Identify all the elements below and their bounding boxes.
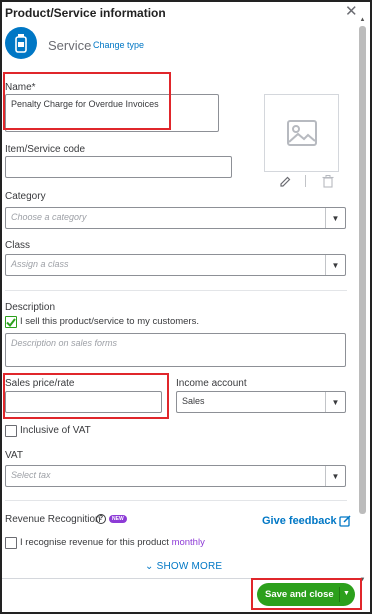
vat-label: VAT	[5, 450, 23, 461]
close-icon[interactable]: ✕	[345, 2, 358, 20]
sales-price-highlight-box	[3, 373, 169, 419]
item-code-field[interactable]	[5, 156, 232, 178]
sales-description-field[interactable]: Description on sales forms	[5, 333, 346, 367]
category-placeholder: Choose a category	[11, 212, 87, 222]
category-label: Category	[5, 191, 46, 202]
vat-select[interactable]: Select tax ▼	[5, 465, 346, 487]
show-more-label: SHOW MORE	[156, 561, 223, 572]
vat-placeholder: Select tax	[11, 470, 51, 480]
product-image-placeholder[interactable]	[264, 94, 339, 172]
service-type-icon	[5, 27, 37, 59]
edit-pencil-icon[interactable]	[280, 176, 291, 190]
class-placeholder: Assign a class	[11, 259, 69, 269]
new-badge: NEW	[109, 515, 127, 523]
class-label: Class	[5, 240, 31, 251]
name-highlight-box	[3, 72, 171, 130]
chevron-down-icon: ⌄	[145, 561, 154, 572]
item-type-name: Service	[48, 38, 92, 53]
help-question-icon[interactable]: ?	[96, 514, 106, 524]
chevron-down-icon: ▼	[325, 208, 345, 228]
delete-trash-icon[interactable]	[322, 175, 334, 191]
image-placeholder-icon	[286, 120, 317, 146]
chevron-down-icon: ▼	[325, 255, 345, 275]
recognise-revenue-label: I recognise revenue for this product mon…	[20, 537, 205, 548]
show-more-button[interactable]: ⌄ SHOW MORE	[145, 561, 222, 572]
income-account-label: Income account	[176, 378, 247, 389]
item-code-label: Item/Service code	[5, 144, 86, 155]
panel-title: Product/Service information	[5, 6, 166, 20]
recognise-revenue-checkbox[interactable]	[5, 537, 17, 549]
save-highlight-box	[251, 578, 362, 610]
scrollbar[interactable]: ▲ ▼	[358, 16, 367, 584]
income-account-value: Sales	[182, 396, 205, 406]
chevron-down-icon: ▼	[325, 466, 345, 486]
category-select[interactable]: Choose a category ▼	[5, 207, 346, 229]
revenue-recognition-label: Revenue Recognition	[5, 514, 101, 525]
section-divider	[5, 500, 347, 501]
sell-product-checkbox[interactable]	[5, 316, 17, 328]
inclusive-vat-checkbox[interactable]	[5, 425, 17, 437]
monthly-link[interactable]: monthly	[172, 537, 205, 548]
section-divider	[5, 290, 347, 291]
income-account-select[interactable]: Sales ▼	[176, 391, 346, 413]
sell-product-label: I sell this product/service to my custom…	[20, 316, 199, 327]
feedback-edit-icon[interactable]	[339, 515, 351, 530]
chevron-down-icon: ▼	[325, 392, 345, 412]
recognise-revenue-text: I recognise revenue for this product	[20, 537, 169, 548]
change-type-link[interactable]: Change type	[93, 40, 144, 50]
inclusive-vat-label: Inclusive of VAT	[20, 425, 91, 436]
image-actions-divider	[305, 175, 306, 187]
sales-description-placeholder: Description on sales forms	[11, 338, 118, 348]
description-label: Description	[5, 302, 56, 313]
scrollbar-thumb[interactable]	[359, 26, 366, 514]
class-select[interactable]: Assign a class ▼	[5, 254, 346, 276]
scroll-up-arrow-icon[interactable]: ▲	[358, 16, 367, 24]
give-feedback-link[interactable]: Give feedback	[262, 515, 337, 527]
checkmark-icon	[6, 317, 16, 327]
